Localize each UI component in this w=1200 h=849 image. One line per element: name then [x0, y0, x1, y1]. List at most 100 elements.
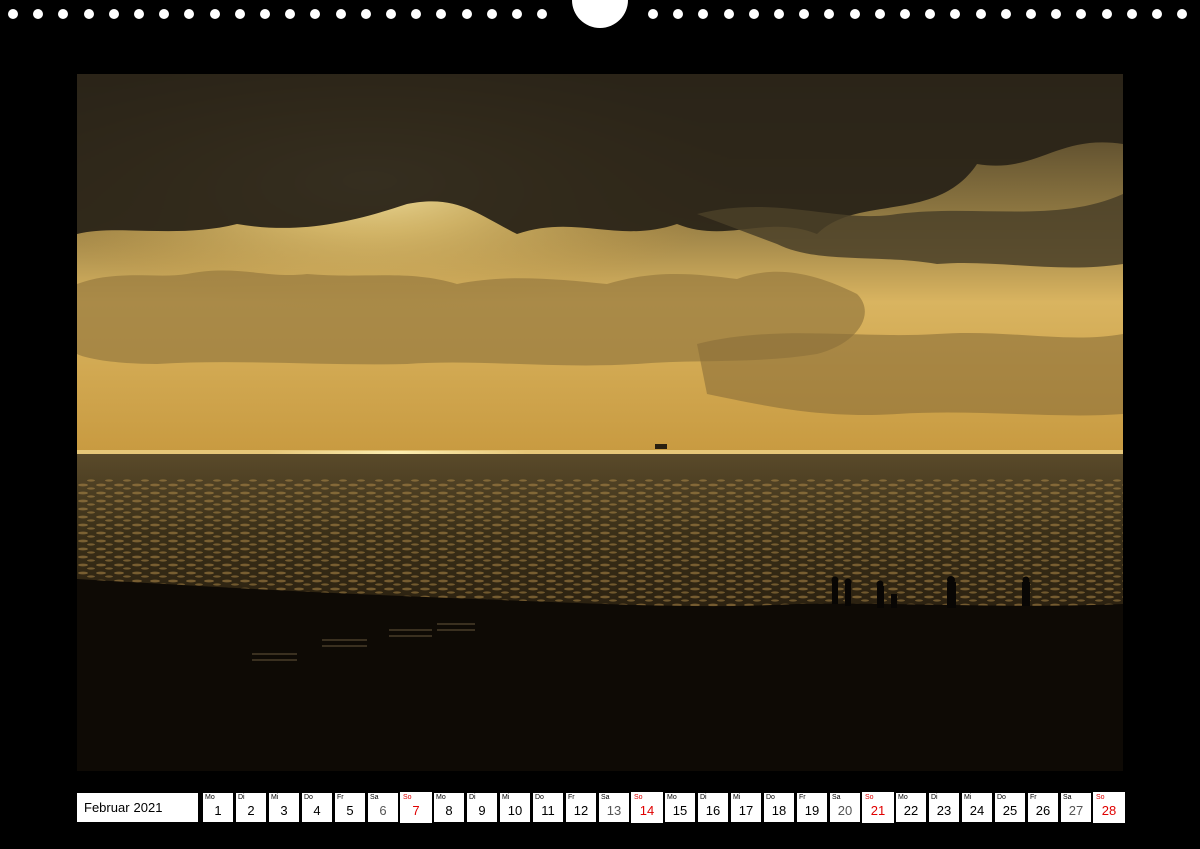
day-cell: Di 9: [467, 793, 497, 822]
binding-hole: [537, 9, 548, 19]
weekday-label: Sa: [832, 794, 841, 801]
day-cell: Sa 6: [368, 793, 398, 822]
weekday-label: Mi: [733, 794, 741, 801]
day-number: 20: [837, 803, 853, 818]
weekday-label: Sa: [370, 794, 379, 801]
day-number: 22: [903, 803, 919, 818]
day-cell: Sa 20: [830, 793, 860, 822]
month-label: Februar 2021: [77, 793, 198, 822]
weekday-label: Fr: [568, 794, 575, 801]
calendar-photo: [77, 74, 1123, 771]
weekday-label: Do: [997, 794, 1006, 801]
sunset-over-sea-photo: [77, 74, 1123, 771]
binding-hole: [33, 9, 44, 19]
weekday-label: So: [403, 794, 412, 801]
day-number: 2: [247, 803, 255, 818]
day-cell: So 28: [1093, 792, 1125, 823]
day-cell: Mi 10: [500, 793, 530, 822]
binding-hole: [1026, 9, 1036, 19]
binding-hole: [673, 9, 684, 19]
weekday-label: So: [1096, 794, 1105, 801]
day-cell: So 7: [400, 792, 432, 823]
day-number: 17: [738, 803, 754, 818]
day-cell: Fr 12: [566, 793, 596, 822]
day-number: 12: [573, 803, 589, 818]
binding-hole: [925, 9, 936, 19]
day-number: 9: [478, 803, 486, 818]
binding-hole: [849, 9, 860, 19]
binding-hole: [461, 9, 472, 19]
day-number: 5: [346, 803, 354, 818]
binding-hole: [411, 9, 422, 19]
day-cell: Di 23: [929, 793, 959, 822]
binding-hole: [512, 9, 522, 19]
hanger-notch: [572, 0, 628, 28]
binding-hole: [360, 9, 371, 19]
binding-hole: [698, 9, 709, 19]
weekday-label: Do: [535, 794, 544, 801]
weekday-label: Di: [700, 794, 707, 801]
day-number: 25: [1002, 803, 1018, 818]
binding-hole: [748, 9, 759, 19]
weekday-label: Mo: [898, 794, 908, 801]
day-number: 16: [705, 803, 721, 818]
day-number: 19: [804, 803, 820, 818]
binding-hole: [824, 9, 835, 19]
day-number: 4: [313, 803, 321, 818]
weekday-label: Mi: [502, 794, 510, 801]
binding-hole: [1152, 9, 1162, 19]
month-name: Februar: [84, 800, 130, 815]
weekday-label: Fr: [1030, 794, 1037, 801]
day-cell: So 21: [862, 792, 894, 823]
day-cell: Do 25: [995, 793, 1025, 822]
binding-hole: [486, 9, 497, 19]
day-cell: Do 11: [533, 793, 563, 822]
weekday-label: Do: [304, 794, 313, 801]
day-cell: Di 2: [236, 793, 266, 822]
day-cell: Mo 15: [665, 793, 695, 822]
day-cell: Do 4: [302, 793, 332, 822]
binding-hole: [260, 9, 270, 19]
weekday-label: Fr: [799, 794, 806, 801]
weekday-label: Di: [931, 794, 938, 801]
binding-hole: [108, 9, 119, 19]
weekday-label: So: [634, 794, 643, 801]
day-cell: Mo 22: [896, 793, 926, 822]
weekday-label: Do: [766, 794, 775, 801]
binding-hole: [8, 9, 18, 19]
day-cell: Mo 8: [434, 793, 464, 822]
weekday-label: Mo: [667, 794, 677, 801]
day-cell: Fr 5: [335, 793, 365, 822]
binding-hole: [1177, 9, 1188, 19]
binding-hole: [1000, 9, 1011, 19]
day-number: 13: [606, 803, 622, 818]
binding-hole: [83, 9, 94, 19]
binding-hole: [1076, 9, 1087, 19]
day-number: 24: [969, 803, 985, 818]
binding-hole: [723, 9, 734, 19]
binding-hole: [184, 9, 195, 19]
binding-hole: [209, 9, 220, 19]
binding-hole: [950, 9, 961, 19]
weekday-label: Fr: [337, 794, 344, 801]
binding-hole: [234, 9, 245, 19]
weekday-label: So: [865, 794, 874, 801]
day-cell: Fr 26: [1028, 793, 1058, 822]
binding-hole: [134, 9, 144, 19]
day-number: 26: [1035, 803, 1051, 818]
day-number: 6: [379, 803, 387, 818]
day-number: 18: [771, 803, 787, 818]
day-cell: Sa 27: [1061, 793, 1091, 822]
day-number: 8: [445, 803, 453, 818]
day-number: 3: [280, 803, 288, 818]
binding-hole: [648, 9, 658, 19]
day-cell: Di 16: [698, 793, 728, 822]
binding-hole: [900, 9, 910, 19]
binding-hole: [799, 9, 810, 19]
binding-hole: [58, 9, 69, 19]
spiral-binding: [0, 0, 1200, 30]
day-number: 1: [214, 803, 222, 818]
binding-hole: [1051, 9, 1062, 19]
day-number: 11: [541, 803, 555, 818]
day-cell: So 14: [631, 792, 663, 823]
